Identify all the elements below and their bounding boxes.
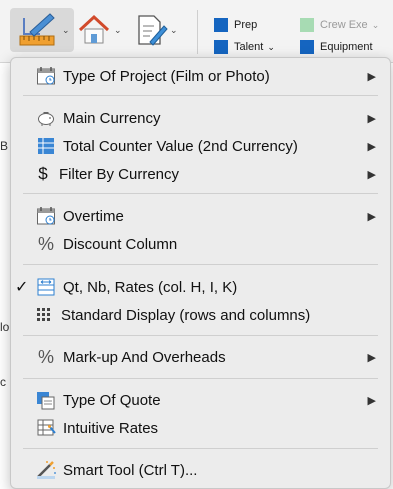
legend-talent[interactable]: Talent ⌄ bbox=[214, 40, 275, 54]
sheet-fragment: B bbox=[0, 139, 9, 153]
chevron-down-icon: ⌄ bbox=[371, 19, 380, 30]
menu-item-label: Qt, Nb, Rates (col. H, I, K) bbox=[63, 278, 238, 296]
submenu-arrow-icon: ▶ bbox=[367, 168, 376, 181]
submenu-arrow-icon: ▶ bbox=[367, 140, 376, 153]
chevron-down-icon: ⌄ bbox=[267, 41, 275, 52]
legend-swatch bbox=[214, 18, 228, 32]
menu-item-qt-nb-rates[interactable]: ✓ Qt, Nb, Rates (col. H, I, K) bbox=[11, 274, 390, 300]
menu-item-label: Filter By Currency bbox=[59, 165, 180, 183]
submenu-arrow-icon: ▶ bbox=[367, 112, 376, 125]
menu-separator bbox=[23, 95, 378, 96]
checkmark-icon: ✓ bbox=[15, 279, 29, 296]
calendar-icon bbox=[35, 65, 57, 87]
dollar-icon: $ bbox=[38, 164, 48, 183]
legend-swatch bbox=[214, 40, 228, 54]
menu-separator bbox=[23, 193, 378, 194]
sparkle-table-icon bbox=[35, 417, 57, 439]
sheet-fragment: c bbox=[0, 375, 6, 389]
menu-item-standard-display[interactable]: Standard Display (rows and columns) bbox=[11, 302, 390, 328]
table-blue-icon bbox=[35, 135, 57, 157]
menu-item-total-counter-value[interactable]: Total Counter Value (2nd Currency) ▶ bbox=[11, 133, 390, 159]
menu-item-label: Standard Display (rows and columns) bbox=[61, 306, 311, 324]
ribbon-separator bbox=[197, 10, 198, 54]
menu-item-label: Main Currency bbox=[63, 109, 161, 127]
document-edit-icon bbox=[138, 15, 168, 46]
legend-label: Equipment bbox=[320, 41, 373, 53]
document-tool-button[interactable]: ⌄ bbox=[134, 8, 190, 52]
menu-item-intuitive-rates[interactable]: Intuitive Rates bbox=[11, 415, 390, 441]
menu-item-discount-column[interactable]: % Discount Column bbox=[11, 231, 390, 257]
grid-icon bbox=[33, 304, 55, 326]
submenu-arrow-icon: ▶ bbox=[367, 210, 376, 223]
legend-label: Talent bbox=[234, 41, 264, 53]
columns-arrows-icon bbox=[35, 276, 57, 298]
ruler-pencil-icon bbox=[19, 13, 55, 46]
submenu-arrow-icon: ▶ bbox=[367, 70, 376, 83]
legend-label: Prep bbox=[234, 19, 258, 31]
legend-prep[interactable]: Prep bbox=[214, 18, 257, 32]
menu-item-label: Intuitive Rates bbox=[63, 419, 159, 437]
menu-item-label: Type Of Quote bbox=[63, 391, 161, 409]
quote-doc-icon bbox=[35, 389, 57, 411]
menu-item-type-of-project[interactable]: Type Of Project (Film or Photo) ▶ bbox=[11, 63, 390, 89]
menu-item-main-currency[interactable]: Main Currency ▶ bbox=[11, 105, 390, 131]
chevron-down-icon: ⌄ bbox=[114, 24, 122, 35]
menu-item-filter-by-currency[interactable]: $ Filter By Currency ▶ bbox=[11, 161, 390, 187]
legend-swatch bbox=[300, 40, 314, 54]
legend-crew-exe[interactable]: Crew Exe ⌄ bbox=[300, 18, 379, 32]
chevron-down-icon: ⌄ bbox=[170, 24, 178, 35]
calendar-clock-icon bbox=[35, 205, 57, 227]
menu-item-mark-up-and-overheads[interactable]: % Mark-up And Overheads ▶ bbox=[11, 344, 390, 370]
submenu-arrow-icon: ▶ bbox=[367, 394, 376, 407]
menu-item-type-of-quote[interactable]: Type Of Quote ▶ bbox=[11, 387, 390, 413]
menu-separator bbox=[23, 448, 378, 449]
menu-separator bbox=[23, 378, 378, 379]
percent-icon: % bbox=[37, 346, 54, 367]
ribbon-toolbar: ⌄ ⌄ ⌄ Prep Crew Exe ⌄ Talent ⌄ Equipment bbox=[0, 0, 393, 63]
menu-item-label: Mark-up And Overheads bbox=[63, 348, 226, 366]
menu-separator bbox=[23, 335, 378, 336]
magic-wand-icon bbox=[35, 459, 57, 481]
menu-item-label: Overtime bbox=[63, 207, 124, 225]
piggy-bank-icon bbox=[35, 107, 57, 129]
menu-item-label: Discount Column bbox=[63, 235, 178, 253]
settings-tool-button[interactable]: ⌄ bbox=[10, 8, 74, 52]
sheet-fragment: lo bbox=[0, 320, 10, 334]
menu-item-label: Type Of Project (Film or Photo) bbox=[63, 67, 270, 85]
chevron-down-icon: ⌄ bbox=[62, 24, 70, 35]
menu-item-label: Total Counter Value (2nd Currency) bbox=[63, 137, 298, 155]
home-icon bbox=[78, 14, 110, 44]
home-tool-button[interactable]: ⌄ bbox=[76, 8, 130, 52]
menu-item-smart-tool[interactable]: Smart Tool (Ctrl T)... bbox=[11, 457, 390, 483]
percent-icon: % bbox=[37, 233, 54, 254]
legend-equipment[interactable]: Equipment bbox=[300, 40, 373, 54]
legend-label: Crew Exe bbox=[320, 19, 368, 31]
settings-dropdown-menu: Type Of Project (Film or Photo) ▶ Main C… bbox=[10, 57, 391, 489]
menu-item-label: Smart Tool (Ctrl T)... bbox=[63, 461, 198, 479]
legend-swatch bbox=[300, 18, 314, 32]
menu-separator bbox=[23, 264, 378, 265]
menu-item-overtime[interactable]: Overtime ▶ bbox=[11, 203, 390, 229]
submenu-arrow-icon: ▶ bbox=[367, 351, 376, 364]
